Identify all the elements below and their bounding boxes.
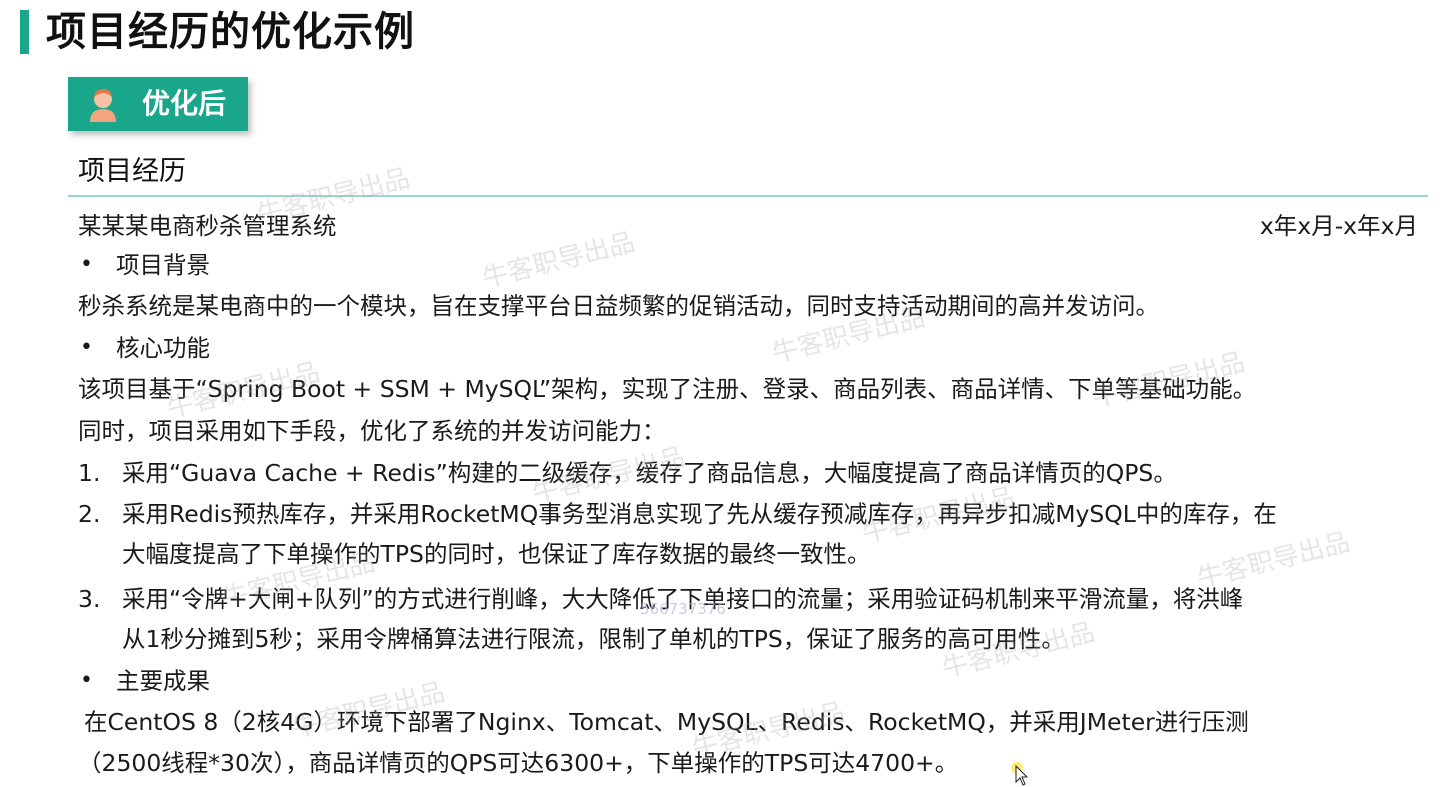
background-heading: 项目背景 <box>116 251 210 279</box>
list-item-text: 从1秒分摊到5秒；采用令牌桶算法进行限流，限制了单机的TPS，保证了服务的高可用… <box>122 625 1065 653</box>
results-heading: 主要成果 <box>116 667 210 695</box>
mouse-pointer-icon <box>1011 762 1029 786</box>
page-title: 项目经历的优化示例 <box>46 9 415 55</box>
title-accent-bar <box>20 10 29 54</box>
bullet-dot: • <box>80 252 93 277</box>
list-item-text: 采用“Guava Cache + Redis”构建的二级缓存，缓存了商品信息，大… <box>122 459 1177 487</box>
watermark: 牛客职导出品 <box>479 227 638 295</box>
section-heading: 项目经历 <box>78 156 186 187</box>
list-item-number: 1. <box>78 459 101 487</box>
person-icon <box>90 89 116 122</box>
list-item-text: 采用Redis预热库存，并采用RocketMQ事务型消息实现了先从缓存预减库存，… <box>122 500 1277 528</box>
date-range: x年x月-x年x月 <box>1259 212 1418 240</box>
background-text: 秒杀系统是某电商中的一个模块，旨在支撑平台日益频繁的促销活动，同时支持活动期间的… <box>78 292 1159 320</box>
list-item-text: 大幅度提高了下单操作的TPS的同时，也保证了库存数据的最终一致性。 <box>122 540 871 568</box>
section-divider <box>68 195 1428 197</box>
core-text-line1: 该项目基于“Spring Boot + SSM + MySQL”架构，实现了注册… <box>78 375 1257 403</box>
overlay-id-watermark: 566737376 <box>640 600 726 618</box>
list-item-number: 3. <box>78 585 101 613</box>
project-name: 某某某电商秒杀管理系统 <box>78 212 337 240</box>
list-item-number: 2. <box>78 500 101 528</box>
bullet-dot: • <box>80 335 93 360</box>
core-heading: 核心功能 <box>116 334 210 362</box>
results-text-line2: （2500线程*30次），商品详情页的QPS可达6300+，下单操作的TPS可达… <box>78 749 959 777</box>
bullet-dot: • <box>80 668 93 693</box>
optimized-badge: 优化后 <box>68 77 248 131</box>
core-text-line2: 同时，项目采用如下手段，优化了系统的并发访问能力： <box>78 417 666 445</box>
results-text-line1: 在CentOS 8（2核4G）环境下部署了Nginx、Tomcat、MySQL、… <box>84 708 1249 736</box>
badge-label: 优化后 <box>142 87 227 120</box>
